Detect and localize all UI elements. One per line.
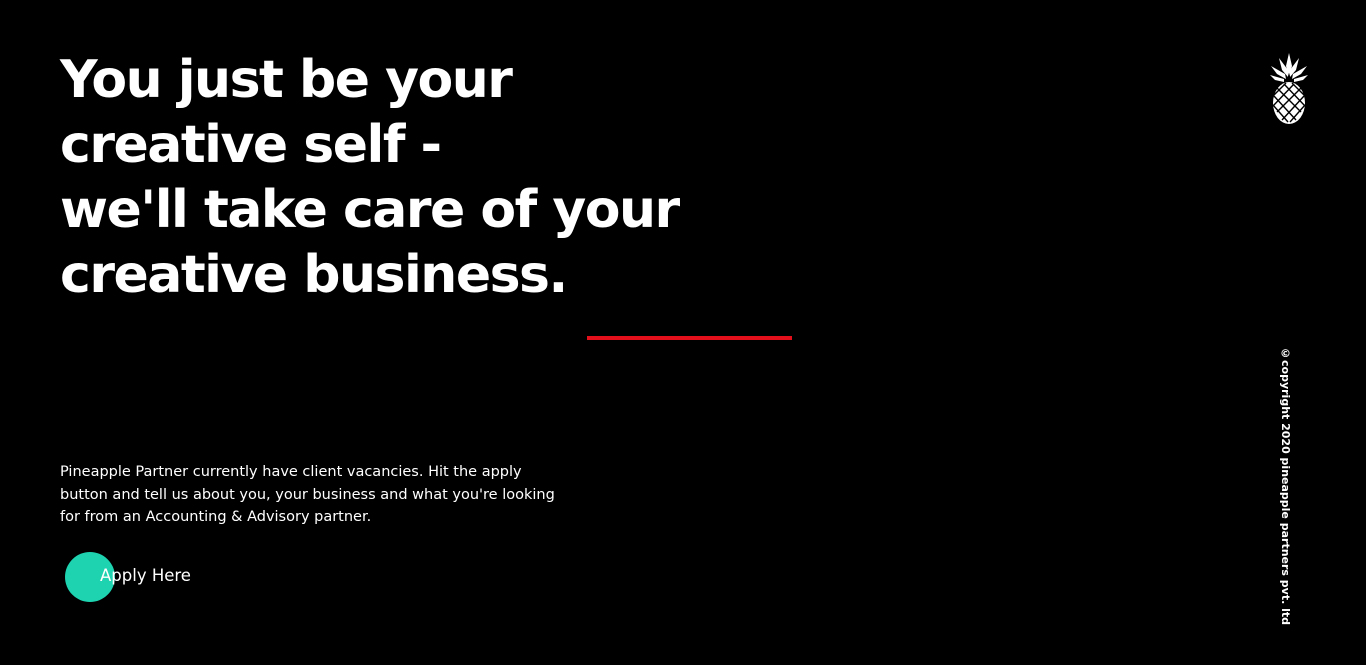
headline-line: creative business. <box>60 245 568 305</box>
accent-divider <box>587 336 792 340</box>
hero-headline: You just be your creative self - we'll t… <box>60 48 780 308</box>
headline-line: You just be your <box>60 50 513 110</box>
apply-here-button[interactable]: Apply Here <box>65 552 225 602</box>
headline-line: creative self - <box>60 115 442 175</box>
intro-text: Pineapple Partner currently have client … <box>60 464 555 525</box>
apply-button-label: Apply Here <box>100 566 191 585</box>
pineapple-icon[interactable] <box>1268 52 1310 126</box>
headline-line: we'll take care of your <box>60 180 680 240</box>
copyright-text: ©copyright 2020 pineapple partners pvt. … <box>1279 347 1292 626</box>
